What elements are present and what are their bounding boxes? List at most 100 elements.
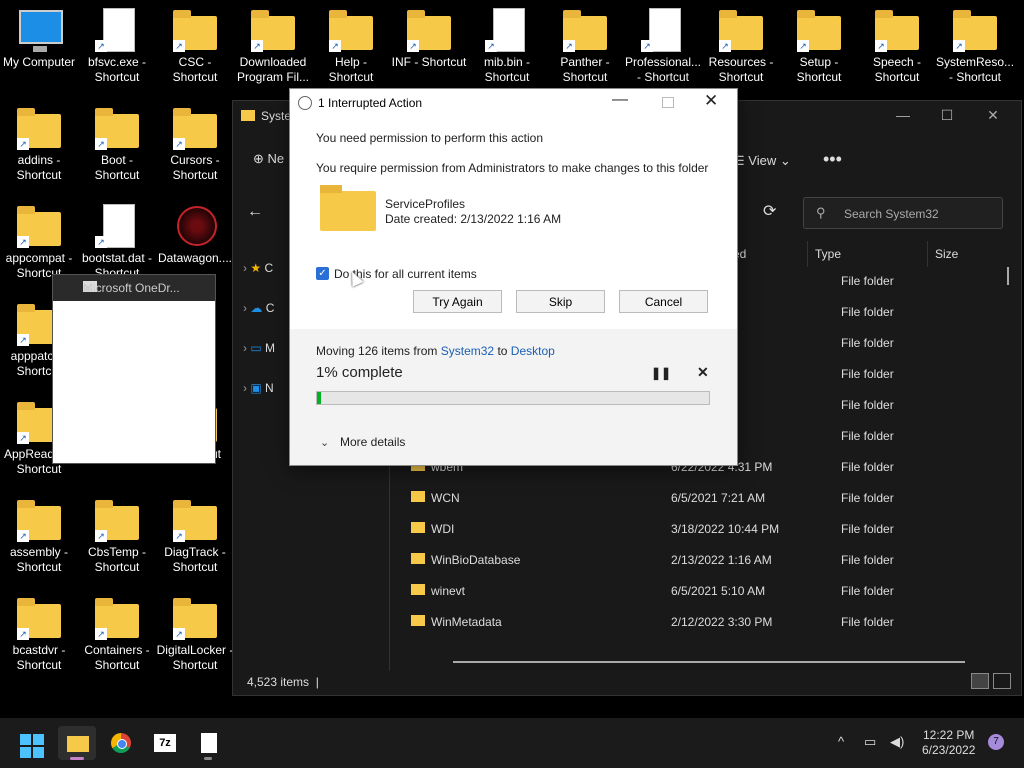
desktop-icon-label: Speech - Shortcut — [872, 55, 922, 84]
cancel-button[interactable]: Cancel — [619, 290, 708, 313]
desktop-icon[interactable]: ↗ bcastdvr - Shortcut — [0, 592, 78, 673]
desktop-icon[interactable]: ↗ DigitalLocker - Shortcut — [156, 592, 234, 673]
network-icon[interactable]: ▭ — [864, 734, 876, 750]
shortcut-arrow-icon: ↗ — [953, 40, 965, 52]
close-icon[interactable]: ✕ — [704, 91, 718, 111]
desktop-icon[interactable]: ↗ Help - Shortcut — [312, 4, 390, 85]
close-icon[interactable]: ✕ — [981, 107, 1005, 124]
vertical-scrollbar[interactable] — [1007, 267, 1009, 285]
column-size[interactable]: Size — [935, 247, 958, 261]
skip-button[interactable]: Skip — [516, 290, 605, 313]
notification-badge[interactable]: 7 — [988, 734, 1004, 750]
cancel-operation-icon[interactable]: ✕ — [697, 364, 709, 381]
desktop-icon[interactable]: ↗ bootstat.dat - Shortcut — [78, 200, 156, 281]
desktop-icon[interactable]: ↗ CbsTemp - Shortcut — [78, 494, 156, 575]
horizontal-scrollbar[interactable] — [453, 661, 965, 663]
maximize-icon[interactable]: ☐ — [935, 107, 959, 124]
details-view-icon[interactable] — [971, 673, 989, 689]
desktop-icon[interactable]: Datawagon.... — [156, 200, 234, 266]
desktop-icon[interactable]: ↗ Professional... - Shortcut — [624, 4, 702, 85]
desktop-icon[interactable]: ↗ Downloaded Program Fil... — [234, 4, 312, 85]
file-type: File folder — [841, 398, 894, 412]
desktop-icon[interactable]: ↗ bfsvc.exe - Shortcut — [78, 4, 156, 85]
desktop-icon[interactable]: ↗ assembly - Shortcut — [0, 494, 78, 575]
taskbar-notepad[interactable] — [190, 726, 228, 760]
folder-icon: ↗ — [95, 596, 139, 640]
search-placeholder: Search System32 — [844, 207, 939, 221]
progress-bar — [316, 391, 710, 405]
desktop-icon[interactable]: ↗ Setup - Shortcut — [780, 4, 858, 85]
source-link[interactable]: System32 — [441, 344, 494, 358]
view-button[interactable]: ☰ View ⌄ — [733, 153, 791, 169]
more-details-toggle[interactable]: More details — [340, 435, 405, 449]
minimize-icon[interactable]: — — [612, 91, 628, 109]
taskbar-chrome[interactable] — [102, 726, 140, 760]
desktop-icon[interactable]: ↗ Cursors - Shortcut — [156, 102, 234, 183]
file-row[interactable]: WinBioDatabase 2/13/2022 1:16 AM File fold… — [409, 550, 1009, 572]
close-icon[interactable]: ✕ — [83, 281, 207, 295]
progress-fill — [317, 392, 321, 404]
taskbar-file-explorer[interactable] — [58, 726, 96, 760]
apply-to-all-checkbox[interactable]: ✓ — [316, 267, 329, 280]
dialog-heading: You need permission to perform this acti… — [316, 131, 544, 145]
desktop-icon[interactable]: ↗ Panther - Shortcut — [546, 4, 624, 85]
file-date: 3/18/2022 10:44 PM — [671, 522, 780, 536]
folder-icon — [411, 553, 425, 564]
file-type: File folder — [841, 522, 894, 536]
desktop-icon[interactable]: ↗ Containers - Shortcut — [78, 592, 156, 673]
file-row[interactable]: WDI 3/18/2022 10:44 PM File folder — [409, 519, 1009, 541]
column-divider — [927, 241, 928, 267]
7zip-icon: 7z — [154, 734, 176, 752]
desktop-icon-label: Containers - Shortcut — [84, 643, 150, 672]
desktop-icon[interactable]: My Computer — [0, 4, 78, 70]
column-type[interactable]: Type — [815, 247, 841, 261]
folder-icon: ↗ — [563, 8, 607, 52]
minimize-icon[interactable]: — — [891, 107, 915, 123]
onedrive-titlebar[interactable]: Microsoft OneDr... ✕ — [53, 275, 215, 301]
search-input[interactable]: ⚲ Search System32 — [803, 197, 1003, 229]
chevron-up-icon[interactable]: ^ — [838, 734, 844, 749]
desktop-icon-label: addins - Shortcut — [16, 153, 62, 182]
desktop-icon[interactable]: ↗ Resources - Shortcut — [702, 4, 780, 85]
desktop-icon[interactable]: ↗ addins - Shortcut — [0, 102, 78, 183]
more-options-icon[interactable]: ••• — [823, 149, 842, 170]
pause-icon[interactable]: ❚❚ — [651, 366, 671, 380]
clock-icon — [298, 96, 312, 110]
destination-link[interactable]: Desktop — [511, 344, 555, 358]
column-divider — [807, 241, 808, 267]
new-button[interactable]: ⊕ Ne — [253, 151, 284, 167]
file-row[interactable]: winevt 6/5/2021 5:10 AM File folder — [409, 581, 1009, 603]
system-clock[interactable]: 12:22 PM 6/23/2022 — [922, 728, 975, 758]
shortcut-arrow-icon: ↗ — [485, 40, 497, 52]
try-again-button[interactable]: Try Again — [413, 290, 502, 313]
back-arrow-icon[interactable]: ← — [247, 203, 263, 221]
shortcut-arrow-icon: ↗ — [95, 40, 107, 52]
desktop-icon[interactable]: ↗ appcompat - Shortcut — [0, 200, 78, 281]
desktop-icon[interactable]: ↗ Boot - Shortcut — [78, 102, 156, 183]
file-type: File folder — [841, 336, 894, 350]
file-type: File folder — [841, 367, 894, 381]
start-button[interactable] — [20, 734, 44, 758]
shortcut-arrow-icon: ↗ — [17, 628, 29, 640]
taskbar-7zip[interactable]: 7z — [146, 726, 184, 760]
move-to-word: to — [497, 344, 508, 358]
desktop-icon[interactable]: ↗ Speech - Shortcut — [858, 4, 936, 85]
desktop-icon-label: bcastdvr - Shortcut — [12, 643, 66, 672]
document-icon: ↗ — [485, 8, 529, 52]
file-row[interactable]: WCN 6/5/2021 7:21 AM File folder — [409, 488, 1009, 510]
large-icons-view-icon[interactable] — [993, 673, 1011, 689]
chevron-down-icon[interactable]: ⌄ — [320, 436, 329, 449]
clock-time: 12:22 PM — [923, 728, 975, 742]
desktop-icon[interactable]: ↗ DiagTrack - Shortcut — [156, 494, 234, 575]
desktop-icon[interactable]: ↗ CSC - Shortcut — [156, 4, 234, 85]
desktop-icon[interactable]: ↗ INF - Shortcut — [390, 4, 468, 70]
volume-icon[interactable]: ◀) — [890, 734, 904, 750]
file-type: File folder — [841, 305, 894, 319]
refresh-icon[interactable]: ⟳ — [763, 201, 776, 221]
desktop-icon[interactable]: ↗ mib.bin - Shortcut — [468, 4, 546, 85]
dialog-titlebar[interactable]: 1 Interrupted Action — ✕ — [290, 89, 737, 117]
desktop-icon[interactable]: ↗ SystemReso... - Shortcut — [936, 4, 1014, 85]
file-name: WDI — [431, 522, 455, 536]
file-row[interactable]: WinMetadata 2/12/2022 3:30 PM File folder — [409, 612, 1009, 634]
desktop-icon-label: Downloaded Program Fil... — [236, 55, 309, 84]
